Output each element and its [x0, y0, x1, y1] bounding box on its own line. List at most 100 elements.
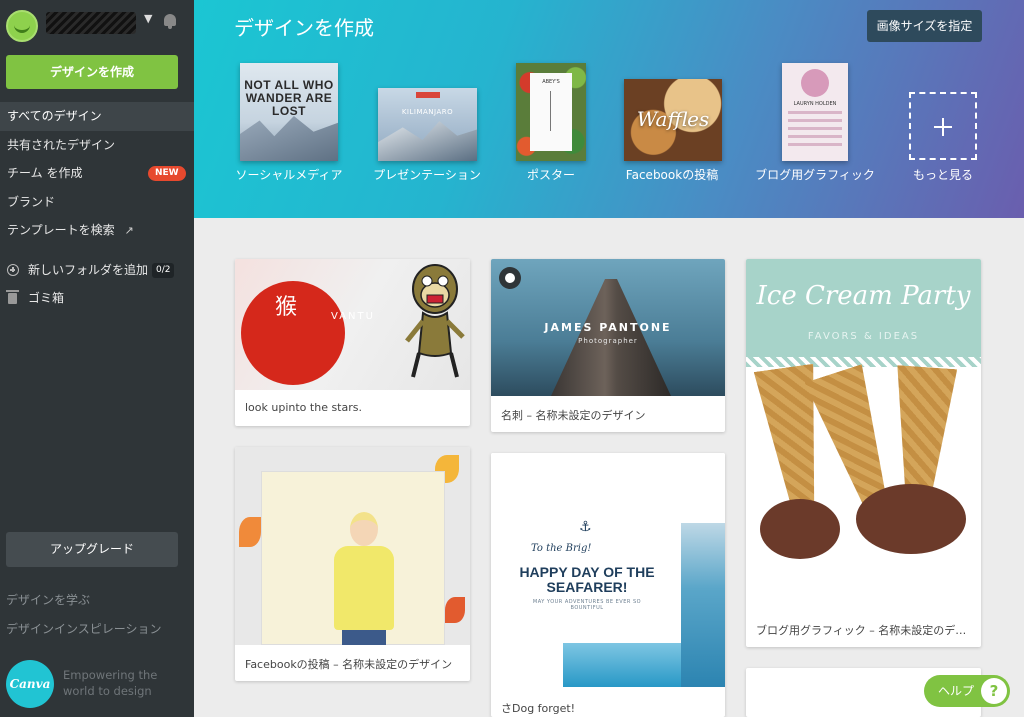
- page-title: デザインを作成: [234, 16, 374, 40]
- design-card[interactable]: 猴 VANTU look upinto the stars.: [235, 259, 470, 426]
- design-thumbnail[interactable]: JAMES PANTONE Photographer: [491, 259, 725, 396]
- trash-item[interactable]: ゴミ箱: [0, 284, 194, 312]
- folder-count-badge: 0/2: [152, 263, 175, 278]
- sidebar-item-brand[interactable]: ブランド: [0, 188, 194, 217]
- upgrade-button[interactable]: アップグレード: [6, 532, 178, 567]
- design-card[interactable]: Facebookの投稿 – 名称未設定のデザイン: [235, 447, 470, 681]
- thumb-title: HAPPY DAY OF THE SEAFARER!: [519, 564, 655, 595]
- trash-icon: [6, 290, 19, 304]
- sidebar-item-label: すべてのデザイン: [7, 109, 102, 123]
- thumb-title: JAMES PANTONE: [544, 321, 672, 334]
- template-thumb-text: ABEY'S: [542, 79, 560, 85]
- leaf-decoration: [445, 597, 465, 623]
- person-head: [350, 512, 378, 546]
- sidebar-item-label: チーム を作成: [7, 166, 83, 180]
- template-thumb-text: KILIMANJARO: [401, 108, 454, 116]
- template-label-social-media[interactable]: ソーシャルメディア: [236, 166, 343, 183]
- person-body: [334, 546, 394, 630]
- user-menu[interactable]: ▼: [6, 8, 188, 42]
- thumb-text: VANTU: [331, 311, 375, 322]
- question-icon: ?: [981, 678, 1007, 704]
- leaf-decoration: [239, 517, 261, 547]
- template-thumb-text: NOT ALL WHO WANDER ARE LOST: [244, 78, 334, 118]
- design-thumbnail[interactable]: ⚓ To the Brig! HAPPY DAY OF THE SEAFARER…: [491, 453, 725, 687]
- chocolate-blob: [856, 484, 966, 554]
- mountain-image: [240, 116, 338, 161]
- thumb-subtitle: MAY YOUR ADVENTURES BE EVER SO BOUNTIFUL: [532, 599, 642, 611]
- template-label-blog-graphic[interactable]: ブログ用グラフィック: [755, 166, 875, 183]
- design-caption[interactable]: ブログ用グラフィック – 名称未設定のデザ...: [756, 622, 971, 638]
- sidebar-item-all-designs[interactable]: すべてのデザイン: [0, 102, 206, 131]
- new-badge: NEW: [148, 166, 186, 181]
- kanji-mark: 猴: [275, 295, 298, 320]
- person-legs: [342, 630, 386, 645]
- sidebar-item-shared-designs[interactable]: 共有されたデザイン: [0, 131, 194, 160]
- design-inspiration-link[interactable]: デザインインスピレーション: [6, 620, 162, 637]
- sidebar-item-search-templates[interactable]: テンプレートを検索 ↗: [0, 216, 194, 245]
- poster-card: ABEY'S: [530, 73, 572, 151]
- bell-icon[interactable]: [162, 12, 178, 30]
- monkey-icon: [405, 264, 465, 378]
- mountain-image: [378, 121, 477, 161]
- user-name-redacted[interactable]: [46, 12, 136, 34]
- ice-cream-header: Ice Cream Party FAVORS & IDEAS: [746, 259, 981, 359]
- sidebar-item-label: ブランド: [7, 194, 56, 209]
- template-poster[interactable]: ABEY'S: [516, 63, 586, 161]
- template-label-presentation[interactable]: プレゼンテーション: [373, 166, 481, 183]
- template-presentation[interactable]: KILIMANJARO: [378, 88, 477, 161]
- design-card[interactable]: JAMES PANTONE Photographer 名刺 – 名称未設定のデザ…: [491, 259, 725, 432]
- blog-portrait: [801, 69, 829, 97]
- help-button[interactable]: ヘルプ ?: [924, 675, 1010, 707]
- canva-logo[interactable]: Canva: [6, 660, 54, 708]
- design-thumbnail[interactable]: 猴 VANTU: [235, 259, 470, 390]
- template-facebook-post[interactable]: Waffles: [624, 79, 722, 161]
- add-folder-button[interactable]: 新しいフォルダを追加 0/2: [0, 256, 194, 284]
- thumb-title: Ice Cream Party: [756, 281, 971, 311]
- sidebar: ▼ デザインを作成 すべてのデザイン 共有されたデザイン チーム を作成 NEW…: [0, 0, 206, 717]
- design-card[interactable]: Ice Cream Party FAVORS & IDEAS ブログ用グラフィッ…: [746, 259, 981, 647]
- template-label-poster[interactable]: ポスター: [527, 166, 575, 183]
- custom-size-button[interactable]: 画像サイズを指定: [867, 10, 982, 42]
- trash-label: ゴミ箱: [28, 291, 65, 305]
- external-link-icon: ↗: [124, 224, 134, 237]
- design-caption[interactable]: Facebookの投稿 – 名称未設定のデザイン: [245, 656, 460, 672]
- sidebar-nav: すべてのデザイン 共有されたデザイン チーム を作成 NEW ブランド テンプレ…: [0, 102, 206, 245]
- design-caption[interactable]: look upinto the stars.: [245, 401, 460, 414]
- anchor-icon: ⚓: [579, 519, 592, 535]
- woman-image: [324, 512, 404, 645]
- sidebar-item-label: 共有されたデザイン: [7, 137, 116, 152]
- create-design-header: デザインを作成 画像サイズを指定 NOT ALL WHO WANDER ARE …: [194, 0, 1024, 218]
- tagline: Empowering the world to design: [63, 668, 158, 698]
- learn-design-link[interactable]: デザインを学ぶ: [6, 591, 90, 608]
- thumb-subtitle: FAVORS & IDEAS: [807, 331, 920, 342]
- sidebar-item-create-team[interactable]: チーム を作成 NEW: [0, 159, 194, 188]
- plus-circle-icon: [7, 264, 19, 276]
- design-caption[interactable]: さDog forget!: [501, 700, 715, 716]
- photo-frame: [261, 471, 445, 645]
- template-thumb-text: Waffles: [636, 107, 710, 131]
- thumb-subtitle: Photographer: [578, 337, 638, 345]
- design-thumbnail[interactable]: Ice Cream Party FAVORS & IDEAS: [746, 259, 981, 611]
- sidebar-item-label: テンプレートを検索: [7, 223, 115, 237]
- stripe-divider: [746, 357, 981, 367]
- template-social-media[interactable]: NOT ALL WHO WANDER ARE LOST: [240, 63, 338, 161]
- design-caption[interactable]: 名刺 – 名称未設定のデザイン: [501, 407, 715, 423]
- blog-rows: [788, 111, 842, 151]
- poster-divider: [550, 91, 551, 131]
- template-label-facebook-post[interactable]: Facebookの投稿: [626, 166, 718, 183]
- presentation-tag: [416, 92, 440, 98]
- design-card[interactable]: ⚓ To the Brig! HAPPY DAY OF THE SEAFARER…: [491, 453, 725, 717]
- template-blog-graphic[interactable]: LAURYN HOLDEN: [782, 63, 848, 161]
- sea-image: [563, 643, 681, 687]
- thumb-small-text: To the Brig!: [531, 543, 592, 554]
- globe-icon: [499, 267, 521, 289]
- create-design-button[interactable]: デザインを作成: [6, 55, 178, 89]
- caret-down-icon[interactable]: ▼: [144, 12, 152, 25]
- add-folder-label: 新しいフォルダを追加: [28, 263, 149, 277]
- avatar[interactable]: [6, 10, 38, 42]
- more-templates-button[interactable]: [909, 92, 977, 160]
- sea-image: [681, 523, 725, 687]
- design-thumbnail[interactable]: [235, 447, 470, 645]
- template-label-more[interactable]: もっと見る: [913, 166, 973, 183]
- template-thumb-text: LAURYN HOLDEN: [793, 101, 837, 107]
